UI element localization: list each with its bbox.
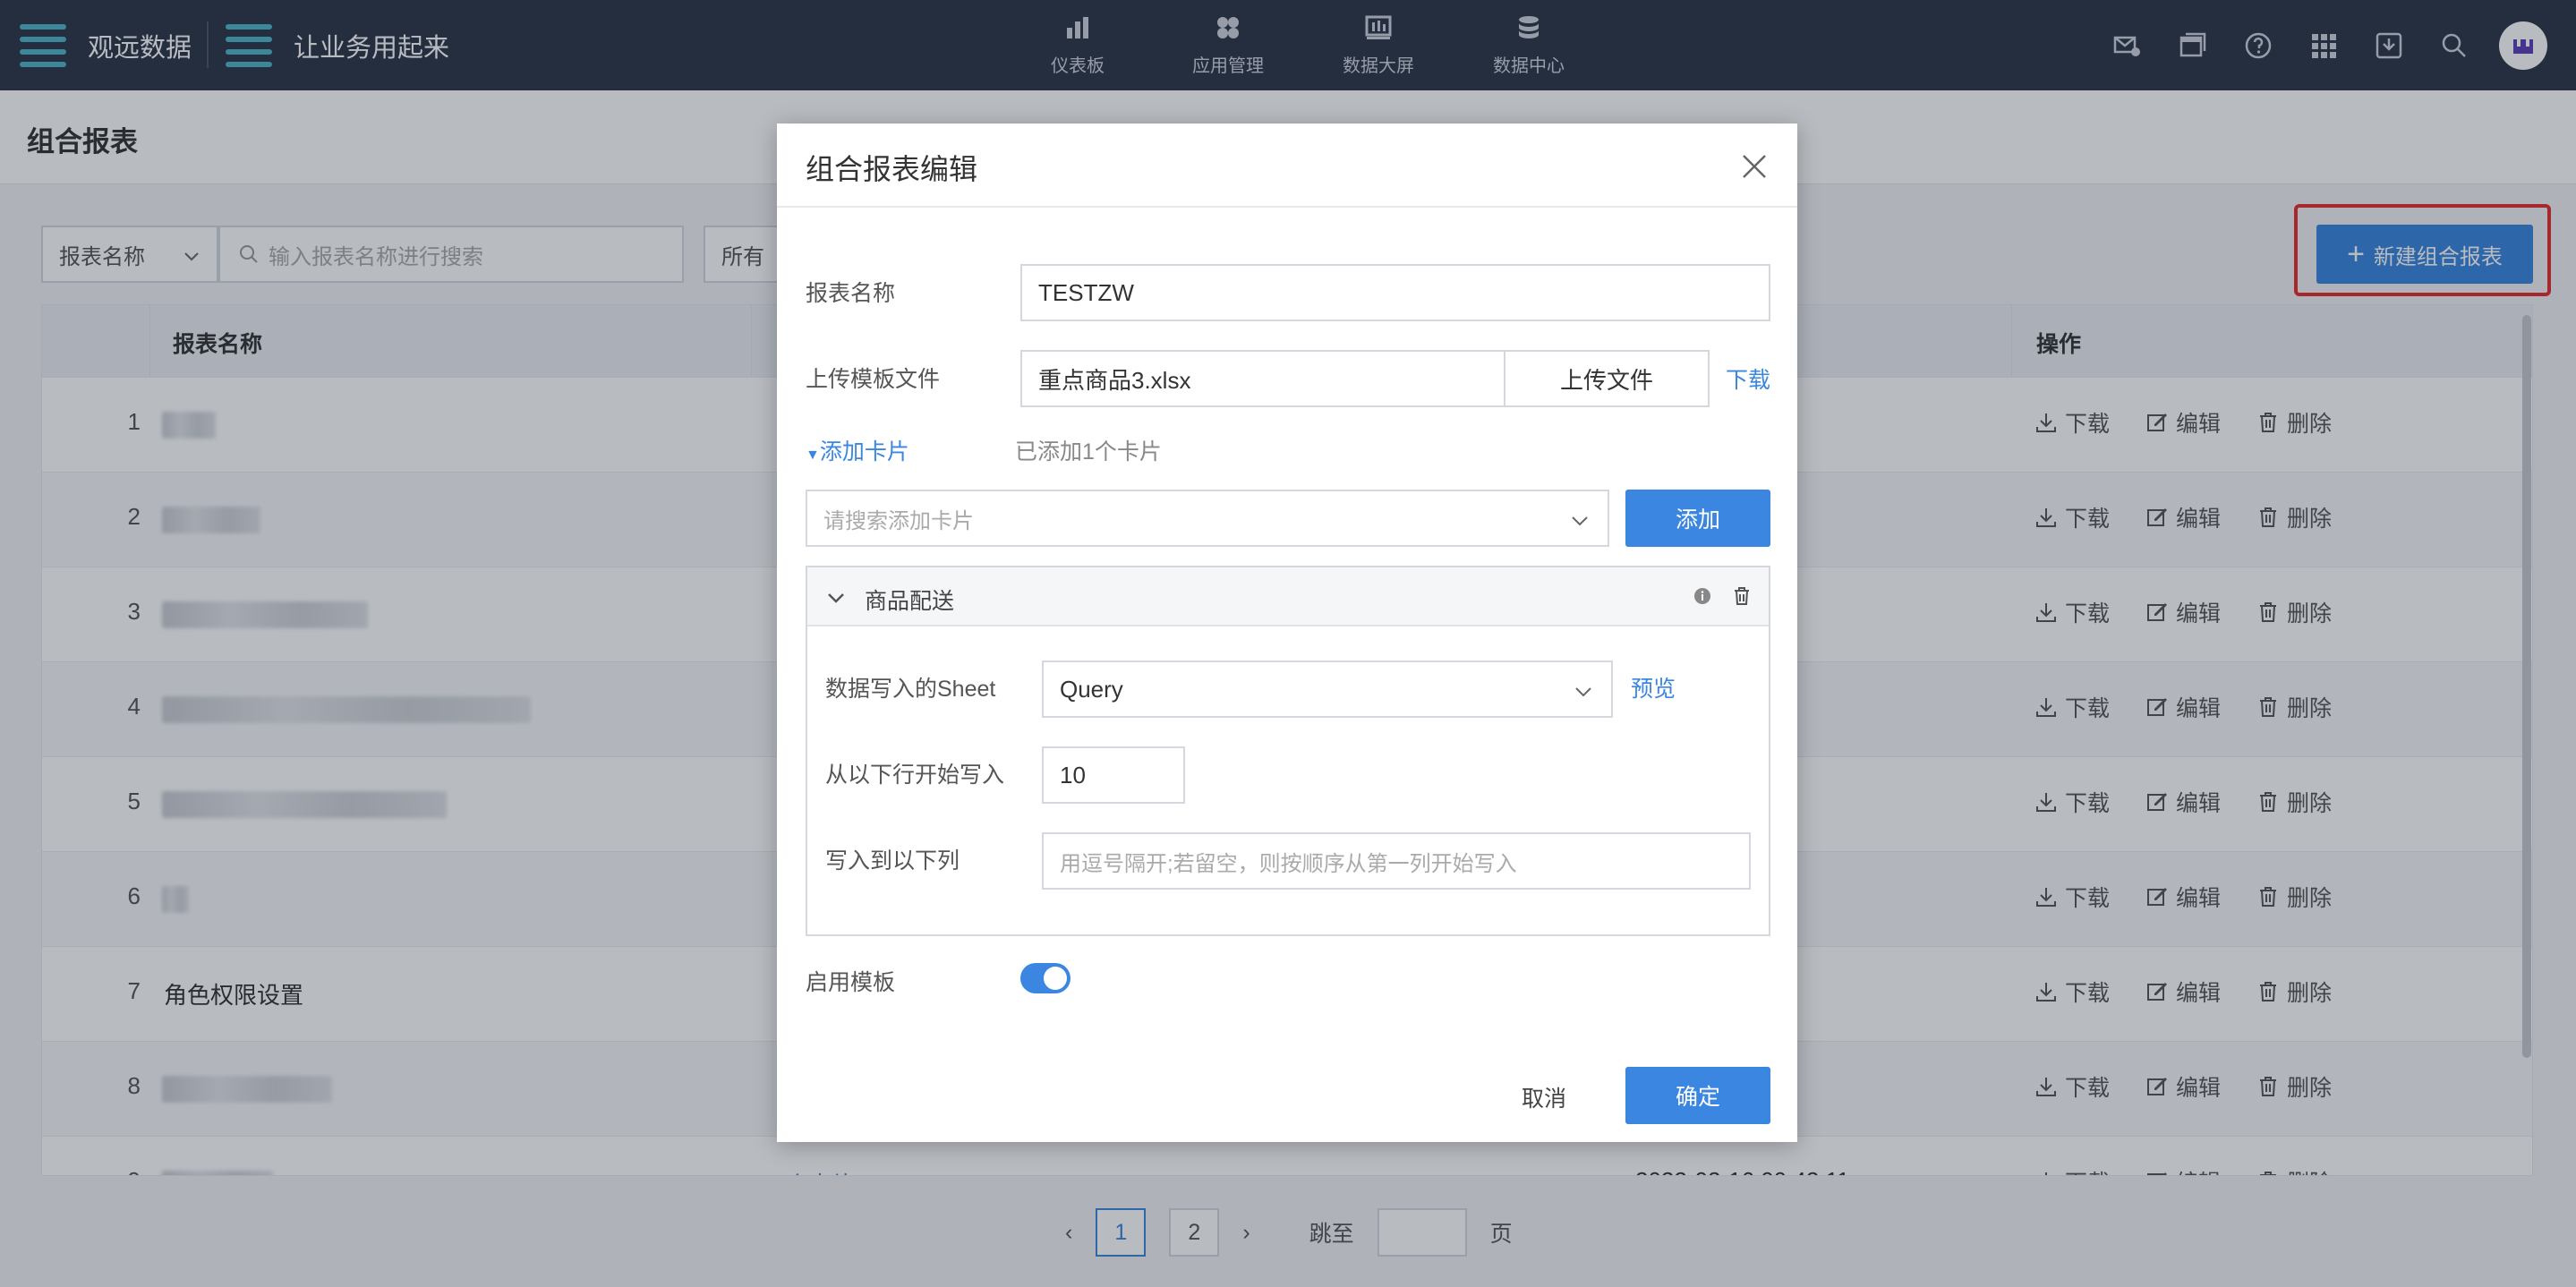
- chevron-down-icon: [1575, 687, 1591, 697]
- chevron-down-icon: [1572, 516, 1588, 526]
- card-search-select[interactable]: 请搜索添加卡片: [806, 490, 1609, 547]
- caret-down-icon: ▼: [806, 447, 820, 463]
- report-name-input[interactable]: TESTZW: [1020, 264, 1770, 321]
- start-row-input[interactable]: 10: [1042, 746, 1185, 804]
- card-title: 商品配送: [865, 589, 955, 614]
- start-row-label: 从以下行开始写入: [825, 763, 1005, 788]
- dialog-title: 组合报表编辑: [806, 153, 978, 185]
- trash-icon[interactable]: [1731, 585, 1753, 607]
- sheet-select[interactable]: Query: [1042, 661, 1613, 718]
- added-card-count: 已添加1个卡片: [1015, 439, 1162, 465]
- download-template-link[interactable]: 下载: [1726, 362, 1770, 395]
- upload-template-label: 上传模板文件: [806, 367, 941, 392]
- confirm-button[interactable]: 确定: [1625, 1067, 1770, 1124]
- upload-file-button[interactable]: 上传文件: [1504, 350, 1710, 407]
- report-name-label: 报表名称: [806, 281, 896, 306]
- add-card-toggle[interactable]: ▼添加卡片: [806, 434, 909, 466]
- card-config-panel: 商品配送 数据写入的Sheet Query 预览 从以下行开始写入 10 写入到…: [806, 566, 1770, 936]
- columns-placeholder: 用逗号隔开;若留空，则按顺序从第一列开始写入: [1060, 851, 1517, 876]
- combined-report-edit-dialog: 组合报表编辑 报表名称 TESTZW 上传模板文件 重点商品3.xlsx 上传文…: [777, 124, 1797, 1142]
- columns-label: 写入到以下列: [825, 848, 960, 874]
- close-icon[interactable]: [1738, 150, 1770, 183]
- sheet-label: 数据写入的Sheet: [825, 677, 996, 702]
- card-header: 商品配送: [807, 567, 1769, 626]
- columns-input[interactable]: 用逗号隔开;若留空，则按顺序从第一列开始写入: [1042, 832, 1751, 890]
- add-card-button[interactable]: 添加: [1625, 490, 1770, 547]
- preview-link[interactable]: 预览: [1631, 671, 1676, 703]
- template-file-field: 重点商品3.xlsx: [1020, 350, 1506, 407]
- cancel-button[interactable]: 取消: [1522, 1081, 1566, 1113]
- enable-template-toggle[interactable]: [1020, 963, 1070, 993]
- add-card-toggle-label: 添加卡片: [819, 439, 909, 465]
- enable-template-label: 启用模板: [806, 970, 896, 995]
- card-search-placeholder: 请搜索添加卡片: [823, 508, 974, 533]
- chevron-down-icon[interactable]: [825, 587, 847, 609]
- sheet-value: Query: [1060, 675, 1123, 703]
- dialog-header: 组合报表编辑: [777, 124, 1797, 208]
- info-icon[interactable]: [1693, 587, 1711, 605]
